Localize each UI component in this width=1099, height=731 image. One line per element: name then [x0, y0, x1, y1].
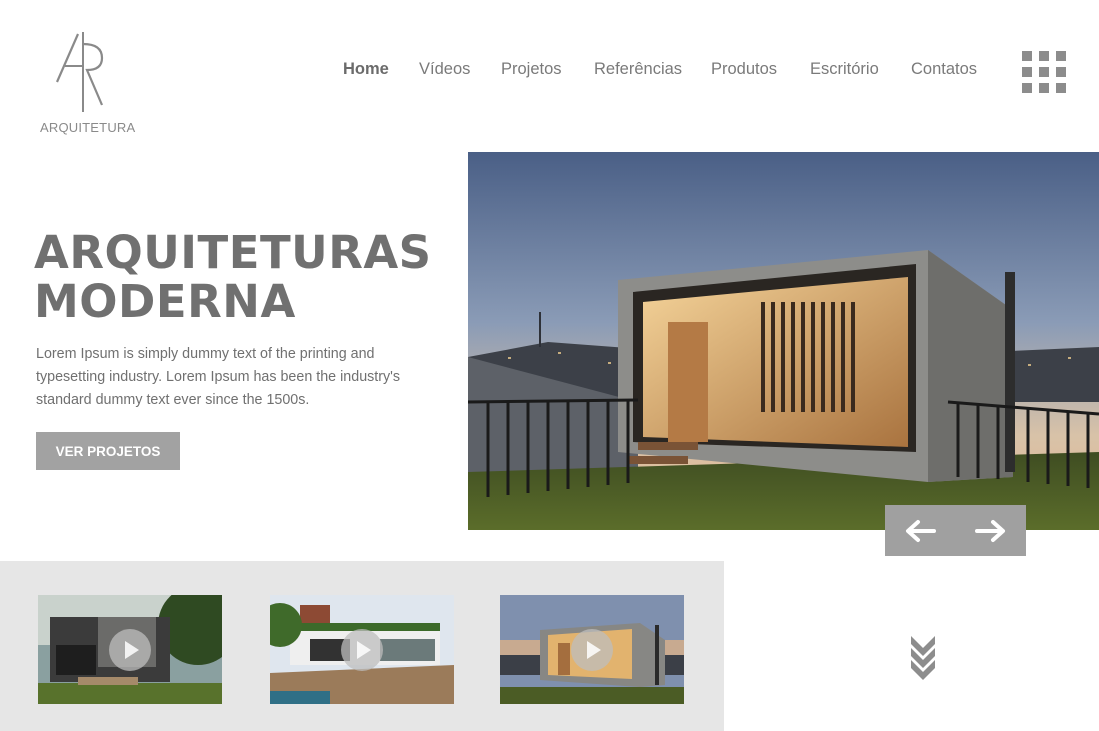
- nav-item-contatos[interactable]: Contatos: [911, 60, 977, 79]
- video-strip: [0, 561, 724, 731]
- brand-name: ARQUITETURA: [40, 120, 136, 135]
- chevron-double-down-icon[interactable]: [908, 633, 940, 683]
- nav-item-escritorio[interactable]: Escritório: [810, 60, 879, 79]
- slider-controls: [885, 505, 1026, 556]
- play-icon: [571, 628, 613, 671]
- hero-title-line-1: ARQUITETURAS: [34, 226, 432, 279]
- play-icon: [341, 628, 383, 671]
- ar-monogram-icon: [55, 32, 104, 112]
- hero-title: ARQUITETURAS MODERNA: [34, 228, 432, 326]
- ver-projetos-button[interactable]: VER PROJETOS: [36, 432, 180, 470]
- brand-logo[interactable]: ARQUITETURA: [40, 30, 140, 140]
- hero-title-line-2: MODERNA: [34, 275, 296, 328]
- nav-item-referencias[interactable]: Referências: [594, 60, 682, 79]
- video-thumbnail-1[interactable]: [38, 595, 222, 704]
- nav-item-projetos[interactable]: Projetos: [501, 60, 562, 79]
- arrow-right-icon: [974, 519, 1005, 542]
- grid-menu-icon[interactable]: [1022, 51, 1066, 93]
- nav-item-home[interactable]: Home: [343, 60, 389, 79]
- nav-item-produtos[interactable]: Produtos: [711, 60, 777, 79]
- slider-next-button[interactable]: [956, 505, 1027, 556]
- hero-image: [468, 152, 1099, 530]
- play-icon: [109, 628, 151, 671]
- nav-item-videos[interactable]: Vídeos: [419, 60, 470, 79]
- hero-description: Lorem Ipsum is simply dummy text of the …: [36, 346, 401, 408]
- slider-prev-button[interactable]: [885, 505, 956, 556]
- video-thumbnail-2[interactable]: [270, 595, 454, 704]
- arrow-left-icon: [906, 519, 937, 542]
- video-thumbnail-3[interactable]: [500, 595, 684, 704]
